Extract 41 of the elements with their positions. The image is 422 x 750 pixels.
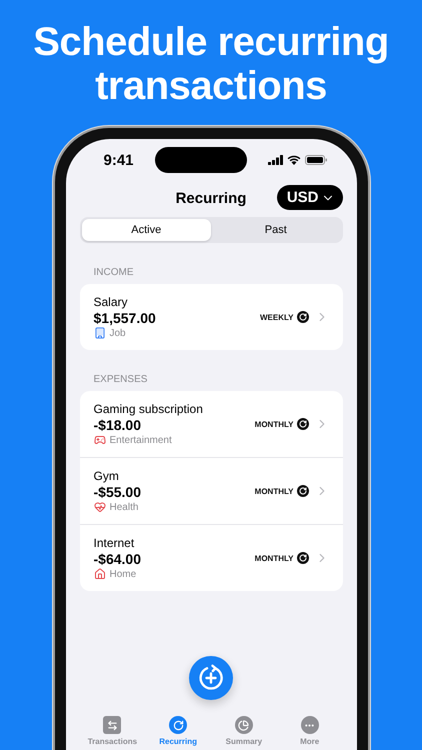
category-label: Entertainment bbox=[110, 434, 172, 446]
recurring-row[interactable]: Gym -$55.00 Health MONTHLY bbox=[80, 457, 342, 524]
more-icon bbox=[300, 716, 319, 734]
headline: Schedule recurring transactions bbox=[32, 20, 390, 108]
pie-chart-icon bbox=[234, 716, 253, 734]
repeat-icon bbox=[296, 418, 308, 430]
recurring-row[interactable]: Internet -$64.00 Home MONTHLY bbox=[80, 524, 342, 591]
category-label: Home bbox=[110, 568, 136, 580]
recurring-row[interactable]: Gaming subscription -$18.00 Entertainment MONTHLY bbox=[80, 391, 342, 457]
transaction-name: Internet bbox=[94, 536, 136, 550]
frequency-label: WEEKLY bbox=[260, 312, 294, 322]
battery-icon bbox=[304, 155, 326, 165]
transfer-icon bbox=[103, 716, 122, 734]
transaction-amount: -$55.00 bbox=[94, 484, 142, 500]
frequency-label: MONTHLY bbox=[254, 554, 294, 562]
screen-title: Recurring bbox=[176, 190, 246, 206]
status-time: 9:41 bbox=[104, 152, 134, 168]
repeat-icon bbox=[169, 716, 188, 734]
wifi-icon bbox=[286, 155, 300, 165]
category-label: Health bbox=[110, 502, 138, 512]
add-icon bbox=[197, 664, 225, 692]
frequency-label: MONTHLY bbox=[254, 486, 294, 496]
segment-tab[interactable]: Past bbox=[211, 219, 340, 241]
currency-button[interactable]: USD bbox=[276, 185, 342, 210]
frequency-label: MONTHLY bbox=[254, 420, 294, 428]
add-recurring-button[interactable] bbox=[189, 656, 233, 700]
recurring-row[interactable]: Salary $1,557.00 Job WEEKLY bbox=[80, 284, 342, 350]
transaction-amount: -$18.00 bbox=[94, 417, 142, 433]
section-title: EXPENSES bbox=[94, 374, 148, 385]
transaction-amount: -$64.00 bbox=[94, 551, 142, 567]
category-label: Job bbox=[110, 328, 126, 338]
transaction-name: Salary bbox=[94, 295, 129, 309]
transaction-name: Gym bbox=[94, 469, 120, 483]
section-title: INCOME bbox=[94, 267, 134, 278]
transaction-amount: $1,557.00 bbox=[94, 310, 157, 326]
signal-icon bbox=[268, 155, 282, 165]
repeat-icon bbox=[296, 311, 308, 323]
repeat-icon bbox=[296, 485, 308, 497]
transaction-name: Gaming subscription bbox=[94, 402, 204, 416]
segment-tab[interactable]: Active bbox=[82, 219, 211, 241]
repeat-icon bbox=[296, 552, 308, 564]
